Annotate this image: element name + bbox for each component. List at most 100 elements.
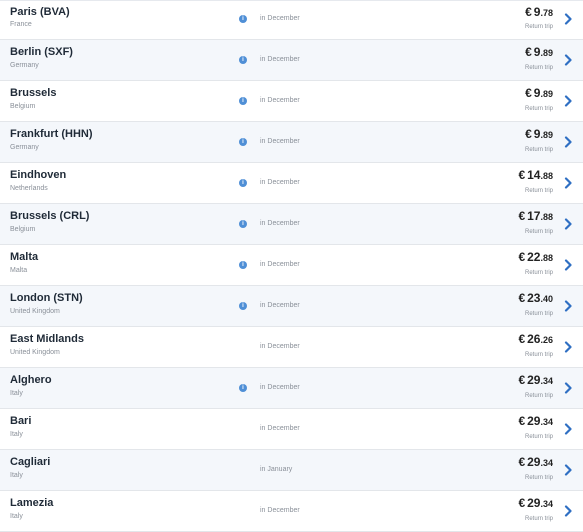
destination-city: Lamezia (10, 497, 54, 509)
destination-row[interactable]: Malta Malta i in December €22.88 Return … (0, 245, 583, 286)
destination-row[interactable]: Lamezia Italy in December €29.34 Return … (0, 491, 583, 532)
info-icon[interactable]: i (239, 179, 247, 187)
destination-city: Bari (10, 415, 32, 427)
chevron-right-icon[interactable] (563, 13, 573, 25)
price-whole: 29 (527, 373, 541, 387)
destination-row[interactable]: East Midlands United Kingdom in December… (0, 327, 583, 368)
destination-row[interactable]: Eindhoven Netherlands i in December €14.… (0, 163, 583, 204)
travel-period: in December (260, 179, 300, 186)
info-icon[interactable]: i (239, 220, 247, 228)
price-whole: 29 (527, 455, 541, 469)
chevron-right-icon[interactable] (563, 54, 573, 66)
price: €17.88 (518, 209, 553, 223)
destination-city: Cagliari (10, 456, 51, 468)
chevron-right-icon[interactable] (563, 95, 573, 107)
return-trip-label: Return trip (524, 106, 553, 112)
travel-period: in December (260, 138, 300, 145)
destination-row[interactable]: Brussels Belgium i in December €9.89 Ret… (0, 81, 583, 122)
price-decimal: .40 (540, 294, 553, 304)
info-icon[interactable]: i (239, 138, 247, 146)
price-decimal: .34 (540, 499, 553, 509)
destination-row[interactable]: London (STN) United Kingdom i in Decembe… (0, 286, 583, 327)
currency-symbol: € (518, 455, 526, 469)
price-decimal: .34 (540, 417, 553, 427)
chevron-right-icon[interactable] (563, 259, 573, 271)
destination-city: Brussels (CRL) (10, 210, 90, 222)
return-trip-label: Return trip (524, 147, 553, 153)
return-trip-label: Return trip (524, 516, 553, 522)
chevron-right-icon[interactable] (563, 177, 573, 189)
travel-period: in December (260, 220, 300, 227)
travel-period: in December (260, 302, 300, 309)
price-decimal: .89 (540, 130, 553, 140)
destination-city: Eindhoven (10, 169, 67, 181)
destination-country: Italy (10, 390, 23, 397)
info-icon[interactable]: i (239, 261, 247, 269)
info-icon[interactable]: i (239, 302, 247, 310)
currency-symbol: € (518, 496, 526, 510)
price: €26.26 (518, 332, 553, 346)
destination-country: Netherlands (10, 185, 48, 192)
destination-row[interactable]: Paris (BVA) France i in December €9.78 R… (0, 1, 583, 40)
chevron-right-icon[interactable] (563, 382, 573, 394)
destination-country: Germany (10, 62, 39, 69)
currency-symbol: € (518, 291, 526, 305)
chevron-right-icon[interactable] (563, 341, 573, 353)
price-whole: 29 (527, 496, 541, 510)
destination-country: Germany (10, 144, 39, 151)
destination-city: Berlin (SXF) (10, 46, 73, 58)
destination-row[interactable]: Bari Italy in December €29.34 Return tri… (0, 409, 583, 450)
destination-country: Belgium (10, 103, 36, 110)
travel-period: in December (260, 97, 300, 104)
destination-country: Malta (10, 267, 28, 274)
info-icon[interactable]: i (239, 56, 247, 64)
travel-period: in December (260, 343, 300, 350)
destination-country: United Kingdom (10, 349, 60, 356)
chevron-right-icon[interactable] (563, 218, 573, 230)
price-whole: 26 (527, 332, 541, 346)
price-whole: 22 (527, 250, 541, 264)
travel-period: in January (260, 466, 293, 473)
destination-row[interactable]: Berlin (SXF) Germany i in December €9.89… (0, 40, 583, 81)
currency-symbol: € (518, 373, 526, 387)
destination-city: London (STN) (10, 292, 83, 304)
destination-country: Belgium (10, 226, 36, 233)
info-icon[interactable]: i (239, 97, 247, 105)
destination-country: United Kingdom (10, 308, 60, 315)
destination-row[interactable]: Brussels (CRL) Belgium i in December €17… (0, 204, 583, 245)
chevron-right-icon[interactable] (563, 136, 573, 148)
price: €14.88 (518, 168, 553, 182)
travel-period: in December (260, 15, 300, 22)
destination-city: East Midlands (10, 333, 84, 345)
chevron-right-icon[interactable] (563, 423, 573, 435)
price-decimal: .89 (540, 48, 553, 58)
price: €29.34 (518, 496, 553, 510)
price: €29.34 (518, 455, 553, 469)
destination-row[interactable]: Cagliari Italy in January €29.34 Return … (0, 450, 583, 491)
chevron-right-icon[interactable] (563, 505, 573, 517)
price-whole: 29 (527, 414, 541, 428)
info-icon[interactable]: i (239, 15, 247, 23)
currency-symbol: € (525, 5, 532, 19)
price-decimal: .89 (540, 89, 553, 99)
destination-row[interactable]: Alghero Italy i in December €29.34 Retur… (0, 368, 583, 409)
return-trip-label: Return trip (524, 311, 553, 317)
return-trip-label: Return trip (524, 188, 553, 194)
price-decimal: .34 (540, 458, 553, 468)
chevron-right-icon[interactable] (563, 300, 573, 312)
return-trip-label: Return trip (524, 475, 553, 481)
destination-country: Italy (10, 472, 23, 479)
return-trip-label: Return trip (524, 24, 553, 30)
price: €29.34 (518, 373, 553, 387)
info-icon[interactable]: i (239, 384, 247, 392)
price-whole: 17 (527, 209, 541, 223)
destination-country: Italy (10, 513, 23, 520)
price: €22.88 (518, 250, 553, 264)
destination-row[interactable]: Frankfurt (HHN) Germany i in December €9… (0, 122, 583, 163)
destination-list: Paris (BVA) France i in December €9.78 R… (0, 0, 583, 532)
destination-country: France (10, 21, 32, 28)
price-decimal: .88 (540, 253, 553, 263)
chevron-right-icon[interactable] (563, 464, 573, 476)
travel-period: in December (260, 425, 300, 432)
currency-symbol: € (525, 127, 532, 141)
